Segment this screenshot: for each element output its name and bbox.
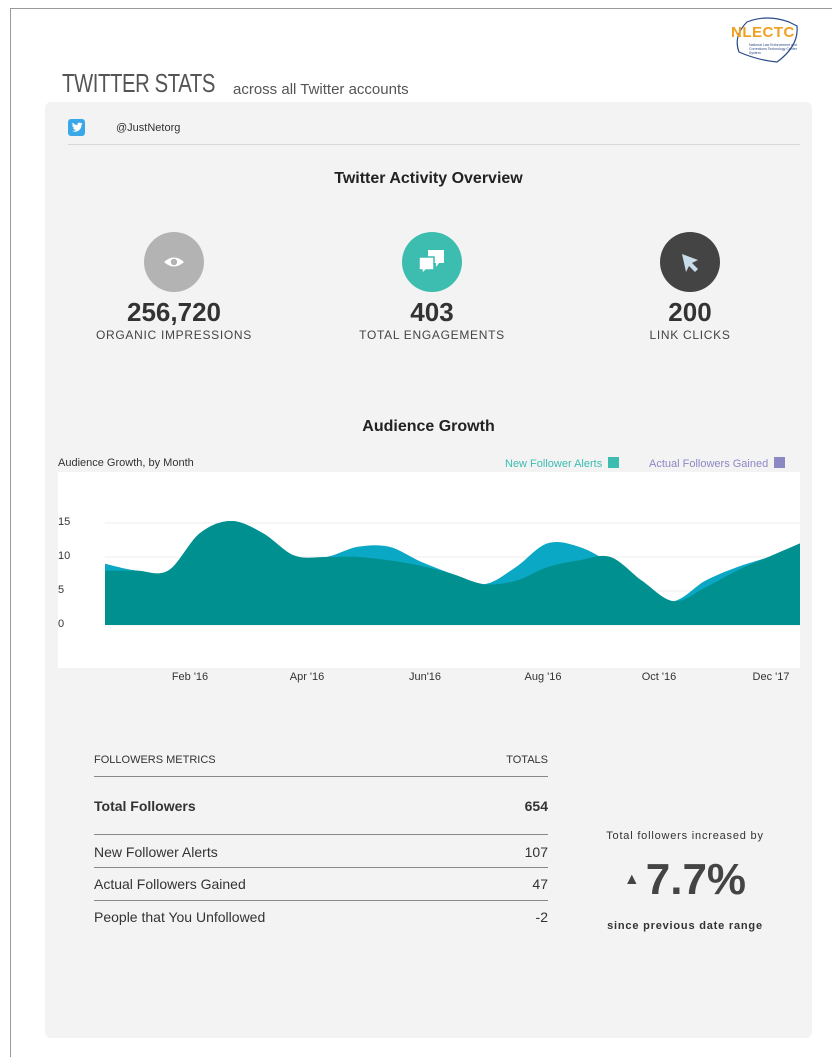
row-label: Actual Followers Gained — [94, 876, 246, 892]
table-row: New Follower Alerts 107 — [94, 835, 548, 868]
row-value: 47 — [532, 876, 548, 892]
logo-subtext: National Law Enforcement and Corrections… — [749, 43, 797, 55]
y-tick-label: 15 — [58, 516, 71, 528]
kpi-label: TOTAL ENGAGEMENTS — [359, 328, 505, 342]
table-row: Actual Followers Gained 47 — [94, 868, 548, 901]
logo-text: NLECTC — [731, 24, 795, 41]
total-followers-row: Total Followers 654 — [94, 777, 548, 835]
percent-value: 7.7% — [645, 855, 747, 904]
x-tick-label: Apr '16 — [289, 671, 325, 683]
summary-caption: Total followers increased by — [606, 830, 764, 842]
series-area-actual-followers-gained — [105, 520, 800, 625]
chart-subtitle: Audience Growth, by Month — [58, 457, 194, 469]
summary-percent: ▲ 7.7% — [580, 855, 790, 905]
summary-footnote: since previous date range — [607, 920, 763, 932]
table-header: FOLLOWERS METRICS TOTALS — [94, 751, 548, 777]
row-value: -2 — [535, 909, 548, 925]
header-metrics: FOLLOWERS METRICS — [94, 754, 216, 766]
x-tick-label: Aug '16 — [524, 671, 562, 683]
x-tick-label: Feb '16 — [171, 671, 209, 683]
legend-swatch — [608, 457, 620, 468]
chat-bubbles-icon — [402, 232, 462, 292]
y-tick-label: 10 — [58, 550, 71, 562]
followers-metrics-table: FOLLOWERS METRICS TOTALS Total Followers… — [94, 751, 548, 934]
audience-growth-title: Audience Growth — [362, 418, 495, 435]
page-title-main: TWITTER STATS — [62, 68, 216, 98]
page-title: TWITTER STATS across all Twitter account… — [62, 68, 409, 99]
y-tick-label: 5 — [58, 584, 65, 596]
up-arrow-icon: ▲ — [623, 871, 640, 888]
row-label: Total Followers — [94, 798, 196, 814]
account-handle[interactable]: @JustNetorg — [116, 122, 180, 134]
row-value: 107 — [524, 844, 548, 860]
kpi-total-engagements: 403 TOTAL ENGAGEMENTS — [322, 232, 542, 342]
x-tick-label: Oct '16 — [641, 671, 677, 683]
cursor-icon — [660, 232, 720, 292]
row-label: New Follower Alerts — [94, 844, 218, 860]
x-tick-label: Dec '17 — [752, 671, 790, 683]
page-title-subtitle: across all Twitter accounts — [233, 81, 409, 98]
header-totals: TOTALS — [506, 754, 548, 766]
legend-label: New Follower Alerts — [505, 458, 603, 470]
audience-growth-chart — [105, 520, 800, 626]
legend-item-actual-followers-gained: Actual Followers Gained — [649, 457, 786, 470]
y-tick-label: 0 — [58, 618, 65, 630]
kpi-link-clicks: 200 LINK CLICKS — [580, 232, 800, 342]
nlectc-logo: NLECTC National Law Enforcement and Corr… — [727, 16, 805, 64]
account-row: @JustNetorg — [68, 117, 800, 145]
chart-area — [58, 472, 800, 668]
kpi-value: 200 — [668, 297, 712, 327]
legend-item-new-follower-alerts: New Follower Alerts — [505, 457, 620, 470]
kpi-label: ORGANIC IMPRESSIONS — [96, 328, 252, 342]
kpi-label: LINK CLICKS — [649, 328, 731, 342]
legend-label: Actual Followers Gained — [649, 458, 769, 470]
twitter-bird-icon — [68, 119, 85, 136]
eye-icon — [144, 232, 204, 292]
kpi-value: 403 — [410, 297, 454, 327]
x-tick-label: Jun'16 — [408, 671, 442, 683]
table-row: People that You Unfollowed -2 — [94, 901, 548, 934]
overview-title: Twitter Activity Overview — [334, 170, 523, 187]
kpi-value: 256,720 — [127, 297, 221, 327]
legend-swatch — [774, 457, 786, 468]
row-value: 654 — [524, 798, 548, 814]
row-label: People that You Unfollowed — [94, 909, 266, 925]
kpi-organic-impressions: 256,720 ORGANIC IMPRESSIONS — [64, 232, 284, 342]
